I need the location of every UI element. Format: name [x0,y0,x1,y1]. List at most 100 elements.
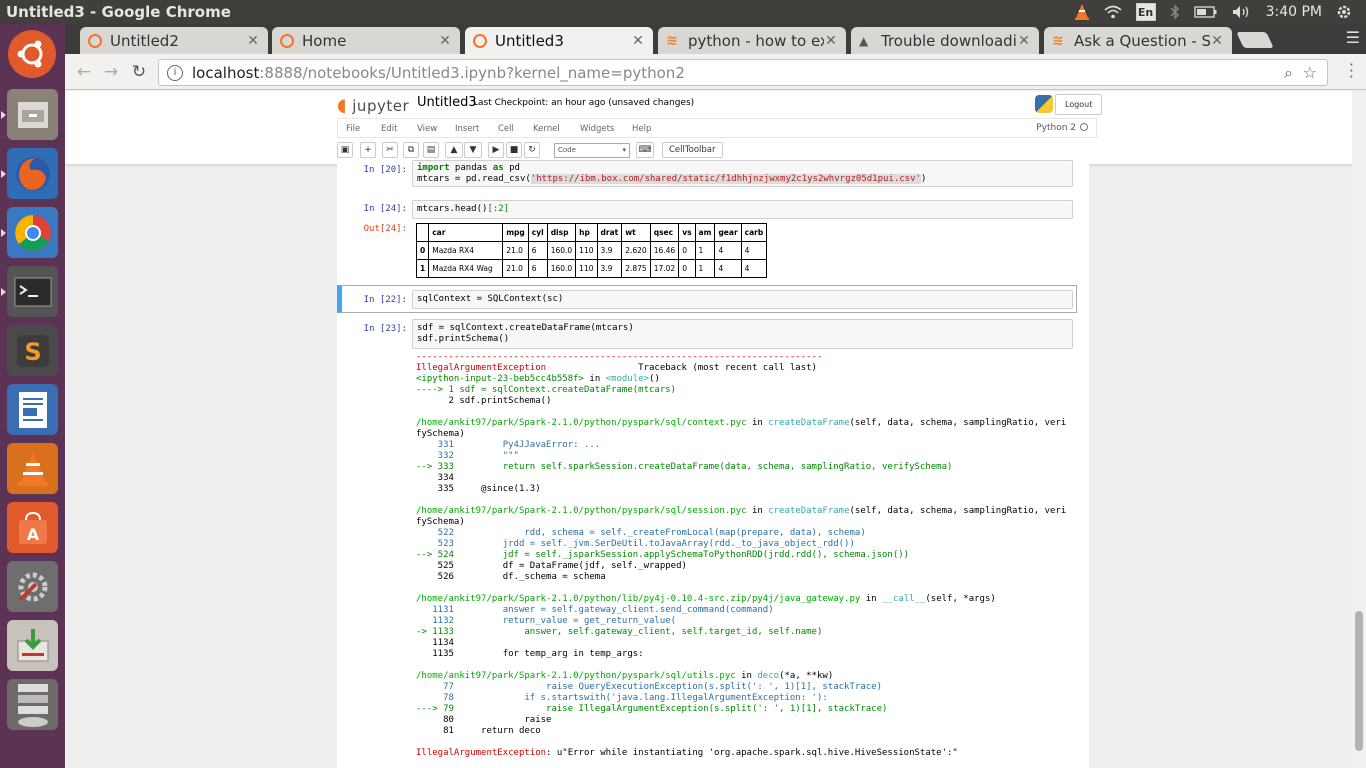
menu-file[interactable]: File [346,124,360,134]
menu-view[interactable]: View [417,124,437,134]
tab-home[interactable]: Home ✕ [272,27,460,54]
column-header: car [428,223,504,242]
move-down-icon[interactable]: ▼ [464,142,482,158]
table-cell: 2.875 [621,259,651,278]
table-cell: 1 [694,259,716,278]
keyboard-layout-indicator[interactable]: En [1135,3,1156,21]
clock[interactable]: 3:40 PM [1266,2,1322,22]
table-cell: 16.46 [649,241,680,260]
info-icon[interactable]: i [167,64,183,81]
bookmark-star-icon[interactable]: ☆ [1303,63,1317,82]
logout-button[interactable]: Logout [1055,94,1103,115]
traceback-output: ----------------------------------------… [416,352,1067,758]
jupyter-favicon-icon [88,33,102,48]
close-tab-icon[interactable]: ✕ [246,33,260,49]
paste-icon[interactable]: ▤ [423,142,439,158]
close-tab-icon[interactable]: ✕ [1210,33,1224,49]
wifi-icon[interactable] [1104,2,1122,22]
code-cell-input[interactable]: mtcars.head()[:2] [412,200,1073,219]
terminal-launcher-button[interactable] [1,266,58,317]
software-center-launcher-button[interactable]: A [7,502,58,553]
reload-icon[interactable]: ↻ [128,61,150,83]
bluetooth-icon[interactable] [1170,2,1180,22]
table-cell: 3.9 [596,241,623,260]
stackoverflow-favicon-icon: ≋ [666,32,678,49]
menu-edit[interactable]: Edit [381,124,397,134]
volume-icon[interactable] [1232,2,1252,22]
copy-icon[interactable]: ⧉ [403,142,419,158]
output-prompt: Out[24]: [363,224,407,234]
workspace-stack-launcher-button[interactable] [7,679,58,730]
address-bar[interactable]: i localhost:8888/notebooks/Untitled3.ipy… [158,59,1328,86]
table-cell: 110 [575,259,598,278]
os-top-panel: Untitled3 - Google Chrome En 3:40 PM [0,0,1366,24]
tab-python-how-to-ext[interactable]: ≋ python - how to ext ✕ [658,27,846,54]
celltoolbar-button[interactable]: CellToolbar [662,142,723,158]
code-cell-input[interactable]: sdf = sqlContext.createDataFrame(mtcars)… [412,319,1073,349]
close-tab-icon[interactable]: ✕ [824,33,838,49]
table-cell: 17.02 [649,259,680,278]
launcher: S A [0,24,65,768]
close-tab-icon[interactable]: ✕ [438,33,452,49]
vlc-cone-icon [17,451,48,486]
code-cell-input[interactable]: sqlContext = SQLContext(sc) [412,290,1073,309]
menu-widgets[interactable]: Widgets [580,124,614,134]
new-tab-button[interactable] [1236,32,1274,48]
writer-launcher-button[interactable] [7,384,58,435]
table-header-row: car mpg cyl disp hp drat wt qsec vs am g… [415,223,768,242]
update-manager-launcher-button[interactable] [7,620,58,671]
google-drive-favicon-icon: ▲ [859,33,869,48]
table-cell: Mazda RX4 Wag [428,259,504,278]
jupyter-logo[interactable]: ◖ jupyter [337,95,409,116]
column-header: drat [596,223,623,242]
insert-cell-plus-icon[interactable]: + [360,142,376,158]
chrome-menu-icon[interactable]: · · · [1349,57,1354,85]
move-up-icon[interactable]: ▲ [445,142,463,158]
close-tab-icon[interactable]: ✕ [631,33,645,49]
forward-arrow-icon[interactable]: → [100,61,122,83]
tab-untitled3[interactable]: Untitled3 ✕ [465,27,653,54]
stop-icon[interactable]: ■ [506,142,522,158]
chrome-launcher-button[interactable] [1,207,58,258]
python-logo-icon [1035,95,1053,113]
settings-launcher-button[interactable] [7,561,58,612]
menu-cell[interactable]: Cell [498,124,514,134]
back-arrow-icon[interactable]: ← [73,61,95,83]
tab-ask-a-question[interactable]: ≋ Ask a Question - Sta ✕ [1044,27,1232,54]
checkpoint-status: Last Checkpoint: an hour ago (unsaved ch… [473,98,695,108]
run-step-icon[interactable]: ▶ [488,142,504,158]
power-gear-icon[interactable] [1336,2,1352,22]
tab-menu-icon[interactable]: ☰ [1346,28,1360,47]
jupyter-favicon-icon [280,33,294,48]
terminal-icon [14,277,51,306]
save-icon[interactable]: ▣ [337,142,353,158]
close-tab-icon[interactable]: ✕ [1017,33,1031,49]
restart-icon[interactable]: ↻ [524,142,540,158]
table-row: 1 Mazda RX4 Wag 21.0 6 160.0 110 3.9 2.8… [415,259,768,278]
vlc-launcher-button[interactable] [7,443,58,494]
column-header: gear [714,223,742,242]
keyboard-icon[interactable]: ⌨ [636,142,654,158]
firefox-launcher-button[interactable] [1,148,58,199]
menu-help[interactable]: Help [632,124,651,134]
scrollbar-thumb[interactable] [1355,611,1363,751]
code-cell-input[interactable]: import pandas as pd mtcars = pd.read_csv… [412,160,1073,187]
sublime-launcher-button[interactable]: S [7,325,58,376]
tab-trouble-downloading[interactable]: ▲ Trouble downloadin ✕ [851,27,1039,54]
notebook-name[interactable]: Untitled3 [417,95,477,110]
ubuntu-dash-button[interactable] [8,30,56,78]
cut-icon[interactable]: ✂ [382,142,398,158]
zoom-icon[interactable]: ⌕ [1284,63,1293,83]
cell-type-select[interactable]: Code ▾ [554,143,630,158]
notebook-menubar: File Edit View Insert Cell Kernel Widget… [337,118,1097,138]
table-cell: 2.620 [621,241,651,260]
menu-kernel[interactable]: Kernel [533,124,560,134]
jupyter-favicon-icon [473,33,487,48]
page-scrollbar[interactable] [1352,91,1366,768]
battery-icon[interactable] [1193,2,1218,22]
tab-untitled2[interactable]: Untitled2 ✕ [80,27,268,54]
menu-insert[interactable]: Insert [455,124,479,134]
vlc-tray-icon[interactable] [1074,2,1090,22]
column-header: carb [740,223,768,242]
files-launcher-button[interactable] [1,89,58,140]
